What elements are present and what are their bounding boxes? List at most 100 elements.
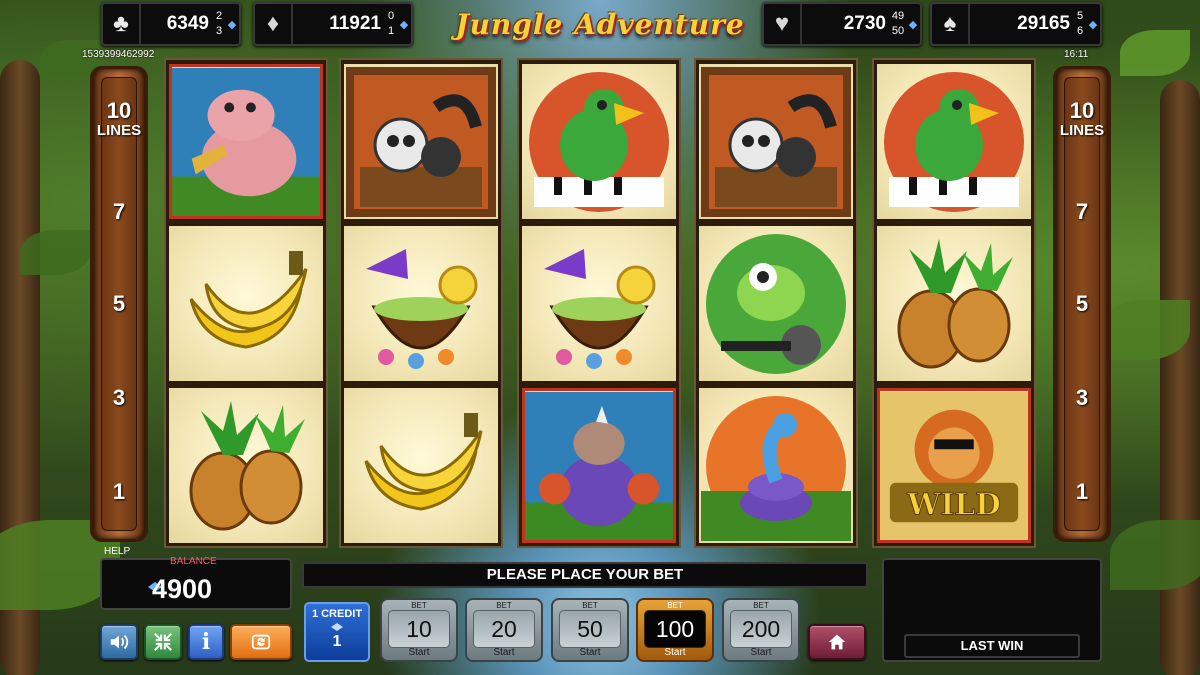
symbol-lemur-scatter (344, 64, 498, 219)
pineapples-icon (189, 400, 305, 530)
bet-button-20[interactable]: BET 20 Start (465, 598, 543, 662)
lion-wild-icon: WILD (880, 391, 1028, 540)
jackpot-counter: 01 (387, 10, 395, 37)
bananas-icon (189, 250, 308, 349)
jackpot-counter: 56 (1076, 10, 1084, 37)
diamonds-icon: ♦ (255, 4, 293, 44)
info-icon: i (201, 629, 211, 655)
symbol-hippo-trumpet (169, 64, 323, 219)
gem-icon (331, 623, 343, 631)
start-label: Start (750, 647, 772, 658)
info-button[interactable]: i (188, 624, 224, 660)
jackpot-value: 29165 (1017, 13, 1070, 34)
parrot-piano-icon (529, 71, 669, 212)
gem-icon: ◆ (908, 18, 918, 31)
credit-label: 1 CREDIT (311, 608, 363, 620)
symbol-lion-wild: WILD (877, 388, 1031, 543)
symbol-lemur-scatter (699, 64, 853, 219)
lines-panel-right: 10 LINES 7 5 3 1 (1053, 66, 1111, 542)
symbol-parrot-piano (522, 64, 676, 219)
reel-4 (694, 58, 858, 548)
symbol-coconut-cocktail (344, 226, 498, 381)
symbol-parrot-piano (877, 64, 1031, 219)
jackpot-counter: 23 (215, 10, 223, 37)
bet-label: BET (753, 601, 769, 610)
bet-label: BET (496, 601, 512, 610)
line-marker[interactable]: 5 (1056, 291, 1108, 317)
line-marker[interactable]: 5 (93, 291, 145, 317)
parrot-piano-icon (884, 71, 1024, 212)
svg-text:WILD: WILD (906, 486, 1001, 521)
sound-button[interactable] (100, 624, 138, 660)
status-message: PLEASE PLACE YOUR BET (302, 562, 868, 588)
last-win-display: LAST WIN (882, 558, 1102, 662)
reel-5: WILD (872, 58, 1036, 548)
gem-icon: ◆ (1088, 18, 1098, 31)
bananas-icon (364, 412, 483, 511)
line-marker[interactable]: 1 (93, 479, 145, 505)
bet-button-200[interactable]: BET 200 Start (722, 598, 800, 662)
bet-value: 50 (559, 610, 621, 648)
bet-label: BET (411, 601, 427, 610)
help-link[interactable]: HELP (104, 546, 130, 557)
hearts-icon: ♥ (764, 4, 802, 44)
reel-3 (517, 58, 681, 548)
credit-selector[interactable]: 1 CREDIT 1 (304, 602, 370, 662)
start-label: Start (493, 647, 515, 658)
speaker-icon (110, 634, 129, 650)
session-id: 1539399462992 (82, 49, 155, 60)
clubs-icon: ♣ (103, 4, 141, 44)
balance-label: BALANCE (170, 556, 217, 567)
bet-button-100[interactable]: BET 100 Start (636, 598, 714, 662)
line-marker[interactable]: 7 (1056, 199, 1108, 225)
line-marker[interactable]: 3 (93, 385, 145, 411)
jackpot-hearts: ♥ 2730 49 50 ◆ (762, 2, 922, 46)
jackpot-diamonds: ♦ 11921 01 ◆ (253, 2, 413, 46)
line-marker[interactable]: 3 (1056, 385, 1108, 411)
reel-2 (339, 58, 503, 548)
reel-1 (164, 58, 328, 548)
snake-cocktail-icon (701, 395, 851, 541)
bet-label: BET (667, 601, 683, 610)
start-label: Start (579, 647, 601, 658)
autoplay-icon (251, 634, 271, 650)
lines-count: 10 LINES (1059, 98, 1105, 140)
symbol-rhino-maracas (522, 388, 676, 543)
autoplay-button[interactable] (230, 624, 292, 660)
minimize-icon (154, 633, 172, 651)
bet-button-10[interactable]: BET 10 Start (380, 598, 458, 662)
symbol-bananas (344, 388, 498, 543)
coconut-cocktail-icon (366, 248, 478, 369)
symbol-pineapples (877, 226, 1031, 381)
minimize-button[interactable] (144, 624, 182, 660)
balance-value: 4900 (152, 574, 213, 604)
clock: 16:11 (1064, 49, 1089, 60)
lines-count: 10 LINES (96, 98, 142, 140)
symbol-chameleon-microphone (699, 226, 853, 381)
balance-display: BALANCE 4900 (100, 556, 292, 610)
bet-button-50[interactable]: BET 50 Start (551, 598, 629, 662)
bet-label: BET (582, 601, 598, 610)
home-icon (828, 634, 846, 650)
game-logo: Jungle Adventure (455, 7, 745, 41)
pineapples-icon (897, 238, 1013, 368)
start-label: Start (408, 647, 430, 658)
bet-value: 200 (730, 610, 792, 648)
jackpot-value: 6349 (166, 13, 209, 34)
line-marker[interactable]: 1 (1056, 479, 1108, 505)
symbol-coconut-cocktail (522, 226, 676, 381)
spades-icon: ♠ (932, 4, 970, 44)
bet-value: 100 (644, 610, 706, 648)
bet-value: 20 (473, 610, 535, 648)
jackpot-counter: 49 50 (891, 10, 905, 37)
credit-value: 1 (332, 633, 342, 650)
symbol-snake-cocktail (699, 388, 853, 543)
home-button[interactable] (808, 624, 866, 660)
line-marker[interactable]: 7 (93, 199, 145, 225)
jackpot-spades: ♠ 29165 56 ◆ (930, 2, 1102, 46)
last-win-label: LAST WIN (904, 634, 1080, 658)
rhino-maracas-icon (525, 391, 673, 540)
jackpot-value: 11921 (329, 13, 381, 34)
hippo-trumpet-icon (172, 67, 320, 216)
lines-panel-left: 10 LINES 7 5 3 1 (90, 66, 148, 542)
